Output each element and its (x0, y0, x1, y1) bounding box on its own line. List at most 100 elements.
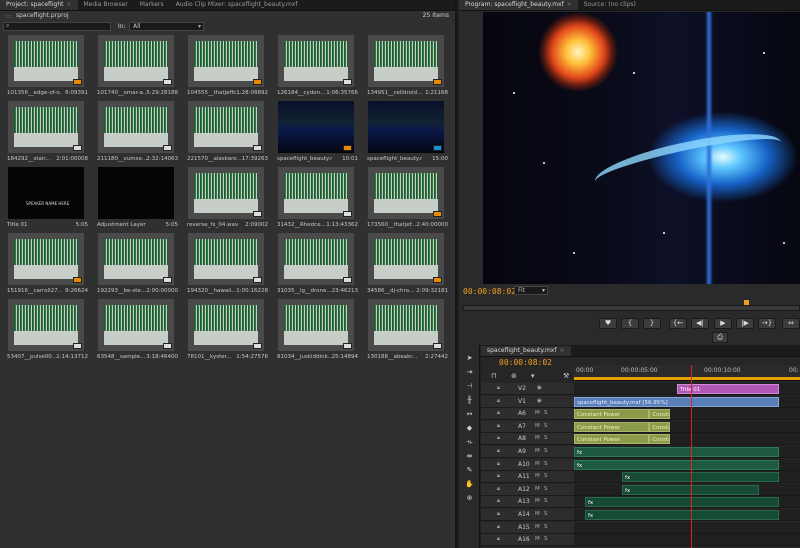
playhead-marker[interactable] (744, 300, 749, 305)
transport-button[interactable]: } (643, 318, 661, 329)
project-item[interactable]: 63548__sample... 3:18:46400 (92, 297, 181, 364)
track-area[interactable]: Constant PowerConstant Power (574, 420, 800, 433)
lock-icon[interactable]: 🔒︎ (497, 385, 500, 392)
track-header[interactable]: 🔒︎ V2 ◉ (481, 383, 574, 395)
close-icon[interactable]: × (567, 1, 572, 8)
lock-icon[interactable]: 🔒︎ (497, 536, 500, 543)
project-item[interactable]: spaceflight_beauty.mxf 10:01 (272, 99, 361, 166)
razor-tool-icon[interactable]: ◆ (463, 423, 476, 434)
ripple-edit-tool-icon[interactable]: ⊣ (463, 381, 476, 392)
track-area[interactable]: fx (574, 509, 800, 521)
project-item[interactable]: SPEAKER NAME HERE Title 01 5:05 (2, 165, 91, 232)
mute-button[interactable]: M (535, 423, 540, 429)
track-area[interactable]: fx (574, 471, 800, 484)
mute-button[interactable]: M (535, 536, 540, 542)
project-item[interactable]: 78101__kyster... 1:54:27576 (182, 297, 271, 364)
snap-icon[interactable]: ⊓ (491, 372, 496, 380)
transport-button[interactable]: ♥ (599, 318, 617, 329)
solo-button[interactable]: S (544, 473, 548, 479)
track-area[interactable]: Constant PowerConstant Power (574, 408, 800, 421)
track-area[interactable] (574, 521, 800, 534)
track-header[interactable]: 🔒︎ A9 M S (481, 446, 574, 458)
tab-sequence[interactable]: spaceflight_beauty.mxf × (481, 346, 571, 356)
lock-icon[interactable]: 🔒︎ (497, 435, 500, 442)
lock-icon[interactable]: 🔒︎ (497, 423, 500, 430)
track-header[interactable]: 🔒︎ A8 M S (481, 433, 574, 446)
project-item[interactable]: 151916__carroll27... 8:26624 (2, 231, 91, 298)
track-header[interactable]: 🔒︎ A11 M S (481, 471, 574, 484)
linked-selection-icon[interactable]: ⊛ (511, 372, 517, 380)
export-frame-button[interactable]: ⎙ (712, 332, 728, 343)
search-input[interactable]: ⌕ (3, 22, 111, 31)
mute-button[interactable]: M (535, 486, 540, 492)
project-item[interactable]: 101740__omar-a... 5:29:28188 (92, 33, 181, 100)
slide-tool-icon[interactable]: ⇹ (463, 451, 476, 462)
project-item[interactable]: 130188__abeakr... 2:27442 (362, 297, 451, 364)
track-header[interactable]: 🔒︎ A13 M S (481, 496, 574, 509)
solo-button[interactable]: S (544, 435, 548, 441)
timeline-clip[interactable]: fx (574, 459, 780, 470)
track-header[interactable]: 🔒︎ A7 M S (481, 420, 574, 433)
mute-button[interactable]: M (535, 524, 540, 530)
track-header[interactable]: 🔒︎ A15 M S (481, 521, 574, 534)
timeline-clip[interactable]: Constant Power (649, 421, 670, 432)
timeline-timecode[interactable]: 00:00:08:02 (499, 358, 552, 367)
project-item[interactable]: 31035__lg__drone... 23:46213 (272, 231, 361, 298)
track-header[interactable]: 🔒︎ A10 M S (481, 458, 574, 471)
in-select[interactable]: All ▾ (129, 22, 204, 31)
add-marker-icon[interactable]: ▾ (531, 372, 535, 380)
lock-icon[interactable]: 🔒︎ (497, 473, 500, 480)
wrench-icon[interactable]: ⚒ (563, 372, 569, 380)
mute-button[interactable]: M (535, 410, 540, 416)
project-item[interactable]: 81034__juskiddink... 25:14894 (272, 297, 361, 364)
mute-button[interactable]: M (535, 498, 540, 504)
track-area[interactable]: fx (574, 458, 800, 471)
track-header[interactable]: 🔒︎ A6 M S (481, 408, 574, 421)
transport-button[interactable]: ▶ (714, 318, 732, 329)
timeline-clip[interactable]: fx (584, 510, 780, 520)
lock-icon[interactable]: 🔒︎ (497, 448, 500, 455)
toggle-output-icon[interactable]: ◉ (537, 398, 542, 404)
project-item[interactable]: Adjustment Layer 5:05 (92, 165, 181, 232)
track-header[interactable]: 🔒︎ A12 M S (481, 483, 574, 496)
track-header[interactable]: 🔒︎ A14 M S (481, 509, 574, 521)
tab-markers[interactable]: Markers (134, 0, 170, 10)
solo-button[interactable]: S (544, 410, 548, 416)
track-select-tool-icon[interactable]: ⇥ (463, 367, 476, 378)
track-area[interactable]: Title 01 (574, 383, 800, 395)
rate-stretch-tool-icon[interactable]: ↔ (463, 409, 476, 420)
project-item[interactable]: spaceflight_beauty.mxf 15:00 (362, 99, 451, 166)
zoom-tool-icon[interactable]: ⊕ (463, 493, 476, 504)
rolling-edit-tool-icon[interactable]: ╫ (463, 395, 476, 406)
project-item[interactable]: 173560__thatjef... 2:40:00000 (362, 165, 451, 232)
mute-button[interactable]: M (535, 511, 540, 517)
transport-button[interactable]: →} (758, 318, 776, 329)
transport-button[interactable]: { (621, 318, 639, 329)
track-header[interactable]: 🔒︎ A16 M S (481, 534, 574, 547)
track-area[interactable]: fx (574, 483, 800, 496)
hand-tool-icon[interactable]: ✋ (463, 479, 476, 490)
project-item[interactable]: 126184__cydon... 1:06:35766 (272, 33, 361, 100)
solo-button[interactable]: S (544, 448, 548, 454)
project-item[interactable]: 211180__vumse... 2:32:14063 (92, 99, 181, 166)
tab-source[interactable]: Source: (no clips) (578, 0, 642, 10)
program-video-frame[interactable] (483, 12, 800, 284)
solo-button[interactable]: S (544, 461, 548, 467)
solo-button[interactable]: S (544, 498, 548, 504)
timeline-clip[interactable]: Title 01 (676, 384, 780, 394)
timeline-clip[interactable]: spaceflight_beauty.mxf [56.95%] (574, 396, 780, 407)
lock-icon[interactable]: 🔒︎ (497, 498, 500, 505)
timeline-clip[interactable]: Constant Power (649, 409, 670, 420)
track-area[interactable]: spaceflight_beauty.mxf [56.95%] (574, 395, 800, 408)
transport-button[interactable]: ◀| (691, 318, 709, 329)
project-item[interactable]: reverse_fx_04.wav 2:09002 (182, 165, 271, 232)
transport-button[interactable]: |▶ (736, 318, 754, 329)
project-item[interactable]: 31432__Rhedce... 1:13:43362 (272, 165, 361, 232)
project-item[interactable]: 104555__thatjeffc... 1:28:08892 (182, 33, 271, 100)
track-area[interactable] (574, 534, 800, 547)
tab-project[interactable]: Project: spaceflight × (0, 0, 78, 10)
project-item[interactable]: 221570__alaskaro... 17:39263 (182, 99, 271, 166)
lock-icon[interactable]: 🔒︎ (497, 486, 500, 493)
mute-button[interactable]: M (535, 461, 540, 467)
project-item[interactable]: 194320__hawaii... 1:00:16228 (182, 231, 271, 298)
